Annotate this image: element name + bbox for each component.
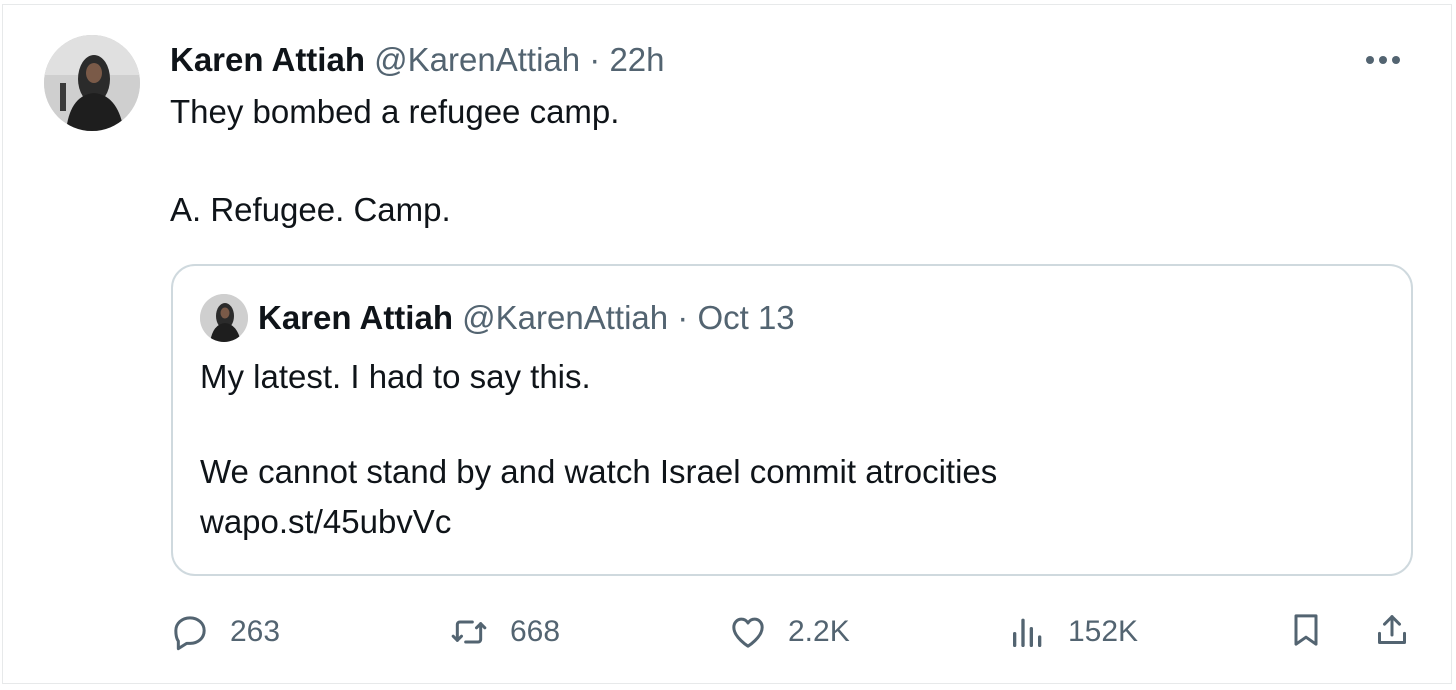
separator: · [589,41,601,78]
views-button[interactable]: 152K [1008,608,1138,656]
like-count: 2.2K [788,615,850,648]
quoted-text-line2: We cannot stand by and watch Israel comm… [200,453,998,490]
more-dots-icon[interactable] [1360,40,1406,80]
bookmark-button[interactable] [1282,608,1330,656]
quoted-author-handle: @KarenAttiah [462,299,669,336]
views-bars-icon [1008,612,1048,652]
share-button[interactable] [1368,608,1416,656]
repost-count: 668 [510,615,561,648]
tweet-text-line1: They bombed a refugee camp. [170,93,620,130]
author-avatar[interactable] [44,35,140,131]
quoted-author-avatar [200,294,248,342]
separator: · [677,299,689,336]
reply-bubble-icon [170,612,210,652]
tweet-header: Karen Attiah @KarenAttiah · 22h [170,38,665,82]
bookmark-icon [1286,610,1326,655]
author-name[interactable]: Karen Attiah [170,41,365,78]
reply-button[interactable]: 263 [170,608,280,656]
tweet-time[interactable]: 22h [609,41,664,78]
quoted-author-name: Karen Attiah [258,299,453,336]
heart-icon [728,612,768,652]
quoted-tweet-date: Oct 13 [697,299,795,336]
repost-arrows-icon [448,612,490,652]
like-button[interactable]: 2.2K [728,608,850,656]
repost-button[interactable]: 668 [448,608,560,656]
quoted-text-line1: My latest. I had to say this. [200,358,591,395]
quoted-tweet-header: Karen Attiah @KarenAttiah · Oct 13 [258,296,795,340]
share-upload-icon [1372,610,1412,655]
tweet-text-line2: A. Refugee. Camp. [170,191,451,228]
views-count: 152K [1068,615,1139,648]
author-handle[interactable]: @KarenAttiah [374,41,580,78]
reply-count: 263 [230,615,281,648]
quoted-link[interactable]: wapo.st/45ubvVc [200,500,451,544]
